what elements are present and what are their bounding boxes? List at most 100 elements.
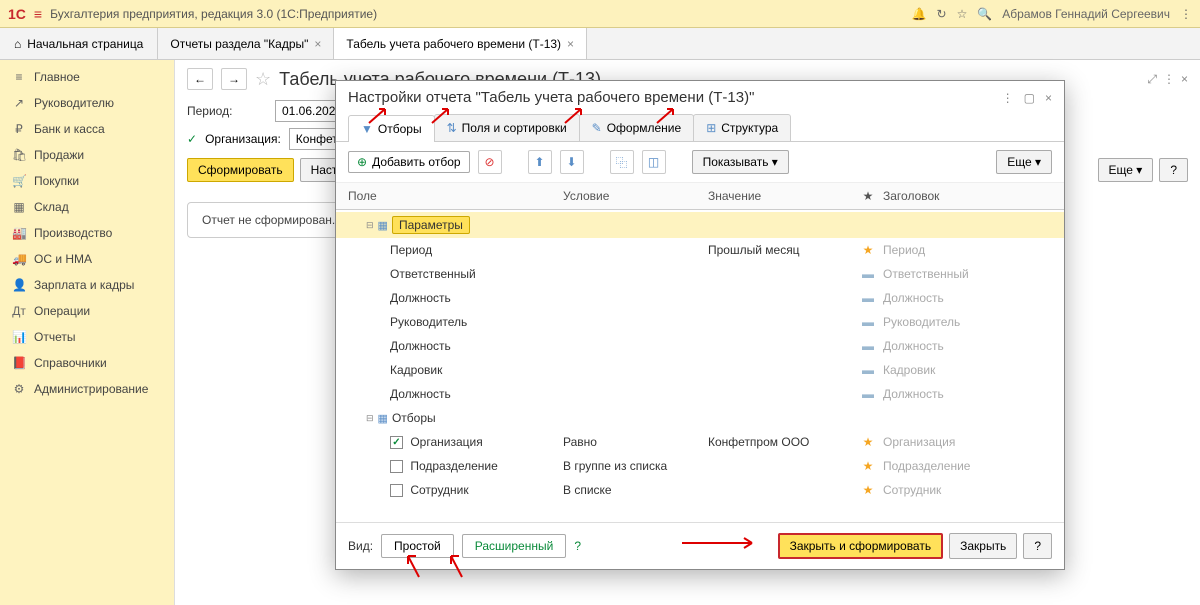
form-button[interactable]: Сформировать <box>187 158 294 182</box>
grid-filter-row[interactable]: СотрудникВ списке★Сотрудник <box>336 478 1064 502</box>
star-icon[interactable]: ☆ <box>957 7 968 21</box>
sidebar-icon: ⚙ <box>12 382 26 396</box>
grid-param-row[interactable]: Руководитель▬Руководитель <box>336 310 1064 334</box>
cell-field: Ответственный <box>348 267 563 281</box>
add-filter-button[interactable]: ⊕ Добавить отбор <box>348 151 470 173</box>
grid-header: Поле Условие Значение ★ Заголовок <box>336 183 1064 210</box>
grid-param-row[interactable]: Должность▬Должность <box>336 382 1064 406</box>
cell-heading: Руководитель <box>883 315 1052 329</box>
group-icon: ▦ <box>378 412 388 425</box>
grid-param-row[interactable]: Кадровик▬Кадровик <box>336 358 1064 382</box>
favorite-star-icon[interactable]: ☆ <box>255 69 271 90</box>
cell-heading: Ответственный <box>883 267 1052 281</box>
view-simple-button[interactable]: Простой <box>381 534 454 558</box>
hamburger-icon[interactable]: ≡ <box>34 6 42 22</box>
checkbox[interactable] <box>390 436 403 449</box>
cell-star[interactable]: ▬ <box>853 363 883 377</box>
cell-star[interactable]: ▬ <box>853 291 883 305</box>
tab-structure[interactable]: ⊞ Структура <box>693 114 791 141</box>
paste-button[interactable]: ◫ <box>642 150 666 174</box>
sidebar-item[interactable]: 👤Зарплата и кадры <box>0 272 174 298</box>
tab-appearance[interactable]: ✎ Оформление <box>579 114 695 141</box>
user-name[interactable]: Абрамов Геннадий Сергеевич <box>1002 7 1170 21</box>
check-icon[interactable]: ✓ <box>187 132 197 146</box>
col-star: ★ <box>853 189 883 203</box>
dialog-footer: Вид: Простой Расширенный ? Закрыть и сфо… <box>336 522 1064 569</box>
help-icon[interactable]: ? <box>574 539 581 553</box>
tab-label: Отборы <box>378 122 422 136</box>
grid-filter-row[interactable]: ПодразделениеВ группе из списка★Подразде… <box>336 454 1064 478</box>
close-icon[interactable]: × <box>1181 72 1188 87</box>
tab-fields-sort[interactable]: ⇅ Поля и сортировки <box>434 114 580 141</box>
grid-group-row[interactable]: ⊟ ▦ Параметры <box>336 212 1064 238</box>
grid-filter-row[interactable]: ОрганизацияРавноКонфетпром ООО★Организац… <box>336 430 1064 454</box>
checkbox[interactable] <box>390 484 403 497</box>
sidebar-item[interactable]: ▦Склад <box>0 194 174 220</box>
move-up-button[interactable]: ⬆ <box>528 150 552 174</box>
delete-button[interactable]: ⊘ <box>478 150 502 174</box>
show-dropdown[interactable]: Показывать ▾ <box>692 150 789 174</box>
dialog-maximize-icon[interactable]: ▢ <box>1024 91 1035 105</box>
tree-toggle-icon[interactable]: ⊟ <box>366 413 374 424</box>
sidebar-item[interactable]: 📊Отчеты <box>0 324 174 350</box>
params-badge: Параметры <box>392 216 470 234</box>
grid-param-row[interactable]: Ответственный▬Ответственный <box>336 262 1064 286</box>
sidebar-label: Зарплата и кадры <box>34 278 134 292</box>
more-button[interactable]: Еще ▾ <box>1098 158 1154 182</box>
tab-filters[interactable]: ▼ Отборы <box>348 115 435 142</box>
sidebar-label: Банк и касса <box>34 122 105 136</box>
checkbox[interactable] <box>390 460 403 473</box>
sidebar-item[interactable]: ↗Руководителю <box>0 90 174 116</box>
help-button[interactable]: ? <box>1159 158 1188 182</box>
close-icon[interactable]: × <box>567 37 574 51</box>
cell-star[interactable]: ★ <box>853 459 883 473</box>
cell-star[interactable]: ▬ <box>853 315 883 329</box>
grid-param-row[interactable]: Должность▬Должность <box>336 286 1064 310</box>
view-extended-button[interactable]: Расширенный <box>462 534 567 558</box>
sidebar-item[interactable]: 🛍Продажи <box>0 142 174 168</box>
org-label: Организация: <box>205 132 281 146</box>
sidebar-label: ОС и НМА <box>34 252 92 266</box>
grid-param-row[interactable]: Должность▬Должность <box>336 334 1064 358</box>
nav-back-button[interactable]: ← <box>187 68 213 90</box>
sidebar-item[interactable]: ₽Банк и касса <box>0 116 174 142</box>
dialog-more-icon[interactable]: ⋮ <box>1002 91 1014 105</box>
sidebar-item[interactable]: ⚙Администрирование <box>0 376 174 402</box>
copy-button[interactable]: ⿻ <box>610 150 634 174</box>
home-tab[interactable]: ⌂ Начальная страница <box>0 28 158 59</box>
sidebar-item[interactable]: ДтОперации <box>0 298 174 324</box>
overflow-icon[interactable]: ⋮ <box>1180 7 1192 21</box>
sidebar-item[interactable]: 🚚ОС и НМА <box>0 246 174 272</box>
bell-icon[interactable]: 🔔 <box>912 7 927 21</box>
sidebar-item[interactable]: 📕Справочники <box>0 350 174 376</box>
tree-toggle-icon[interactable]: ⊟ <box>366 220 374 231</box>
nav-forward-button[interactable]: → <box>221 68 247 90</box>
cell-star[interactable]: ▬ <box>853 339 883 353</box>
cell-star[interactable]: ★ <box>853 435 883 449</box>
sidebar-icon: 📊 <box>12 330 26 344</box>
copy-icon: ⿻ <box>616 154 628 171</box>
history-icon[interactable]: ↻ <box>937 7 947 21</box>
grid-param-row[interactable]: ПериодПрошлый месяц★Период <box>336 238 1064 262</box>
sidebar-item[interactable]: ≡Главное <box>0 64 174 90</box>
paste-icon: ◫ <box>648 155 659 169</box>
link-icon[interactable]: ⤢ <box>1147 72 1157 87</box>
sidebar-item[interactable]: 🏭Производство <box>0 220 174 246</box>
cell-star[interactable]: ▬ <box>853 387 883 401</box>
close-button[interactable]: Закрыть <box>949 533 1017 559</box>
search-icon[interactable]: 🔍 <box>977 7 992 21</box>
dialog-more-button[interactable]: Еще ▾ <box>996 150 1052 174</box>
sidebar-item[interactable]: 🛒Покупки <box>0 168 174 194</box>
cell-star[interactable]: ★ <box>853 243 883 257</box>
cell-star[interactable]: ★ <box>853 483 883 497</box>
grid-group-row[interactable]: ⊟ ▦ Отборы <box>336 406 1064 430</box>
tab-timesheet[interactable]: Табель учета рабочего времени (Т-13) × <box>334 28 587 59</box>
tab-reports[interactable]: Отчеты раздела "Кадры" × <box>158 28 334 59</box>
close-icon[interactable]: × <box>314 37 321 51</box>
overflow-icon[interactable]: ⋮ <box>1163 72 1175 87</box>
move-down-button[interactable]: ⬇ <box>560 150 584 174</box>
close-and-form-button[interactable]: Закрыть и сформировать <box>778 533 944 559</box>
help-button[interactable]: ? <box>1023 533 1052 559</box>
cell-star[interactable]: ▬ <box>853 267 883 281</box>
dialog-close-icon[interactable]: × <box>1045 91 1052 105</box>
